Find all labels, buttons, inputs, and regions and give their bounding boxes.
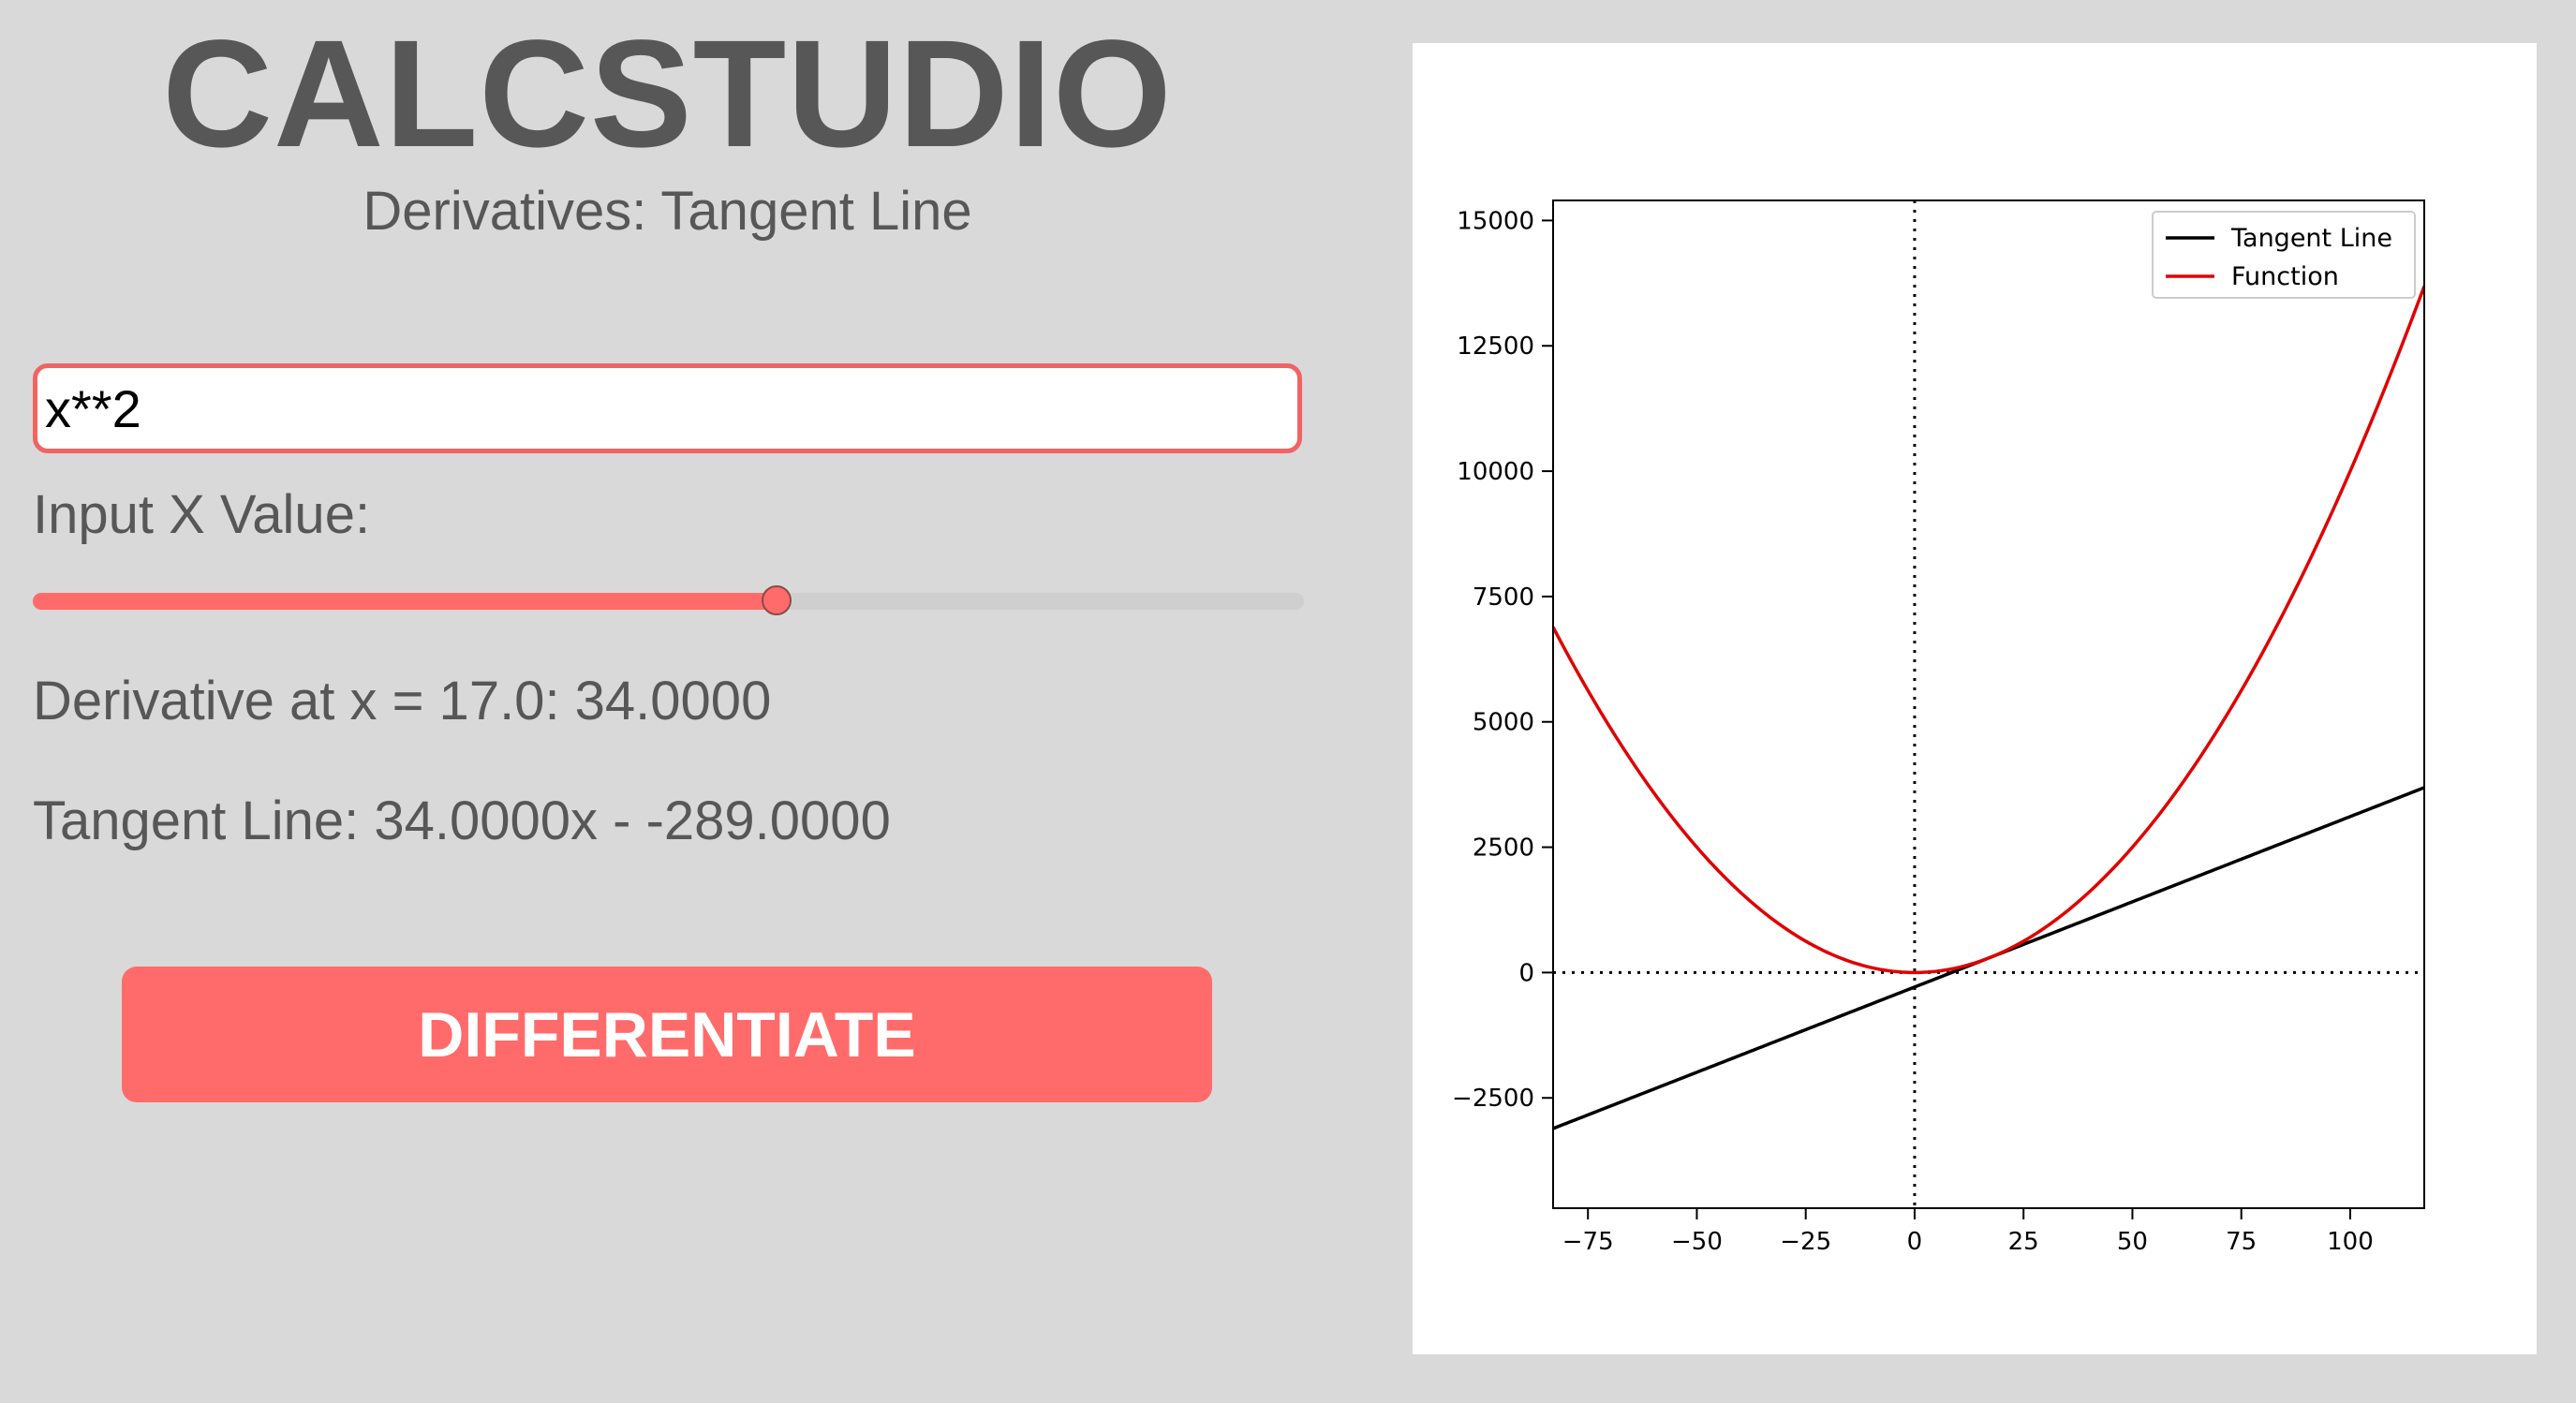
x-tick-label: 75 xyxy=(2226,1228,2257,1256)
function-input[interactable] xyxy=(33,363,1302,453)
y-tick-label: 12500 xyxy=(1457,332,1534,361)
x-tick-label: 50 xyxy=(2117,1228,2148,1256)
y-tick-label: 5000 xyxy=(1473,709,1534,737)
page-subtitle: Derivatives: Tangent Line xyxy=(363,181,972,242)
x-tick-label: −50 xyxy=(1671,1228,1723,1256)
app-title: CALCSTUDIO xyxy=(162,7,1173,179)
plot-frame xyxy=(1552,199,2425,1209)
series-line-function xyxy=(1553,285,2424,975)
x-tick-label: 100 xyxy=(2327,1228,2374,1256)
series-group xyxy=(1553,285,2424,1130)
plot-panel: −75 −50 −25 0 25 50 75 100 −2500 0 2500 5000 7500 100… xyxy=(1413,43,2537,1354)
derivative-result: Derivative at x = 17.0: 34.0000 xyxy=(33,671,772,731)
control-panel: CALCSTUDIO Derivatives: Tangent Line Inp… xyxy=(0,0,1330,1403)
x-value-slider[interactable] xyxy=(33,585,1304,615)
x-tick-label: 25 xyxy=(2008,1228,2039,1256)
y-tick-label: 0 xyxy=(1518,959,1534,987)
y-tick-label: 2500 xyxy=(1473,834,1534,863)
x-tick-label: 0 xyxy=(1907,1228,1923,1256)
x-value-label: Input X Value: xyxy=(33,484,371,545)
differentiate-button[interactable]: DIFFERENTIATE xyxy=(122,967,1212,1102)
y-tick-label: 10000 xyxy=(1457,458,1534,486)
slider-thumb[interactable] xyxy=(761,585,792,615)
tangent-chart: −75 −50 −25 0 25 50 75 100 −2500 0 2500 5000 7500 100… xyxy=(1452,199,2425,1256)
y-tick-label: 7500 xyxy=(1473,583,1534,612)
tangent-line-result: Tangent Line: 34.0000x - -289.0000 xyxy=(33,790,891,851)
legend-label: Function xyxy=(2231,262,2339,291)
y-tick-label: 15000 xyxy=(1457,207,1534,235)
legend-label: Tangent Line xyxy=(2230,224,2392,253)
y-tick-label: −2500 xyxy=(1452,1085,1534,1113)
slider-fill xyxy=(33,593,777,610)
x-tick-label: −25 xyxy=(1780,1228,1831,1256)
x-tick-label: −75 xyxy=(1562,1228,1614,1256)
